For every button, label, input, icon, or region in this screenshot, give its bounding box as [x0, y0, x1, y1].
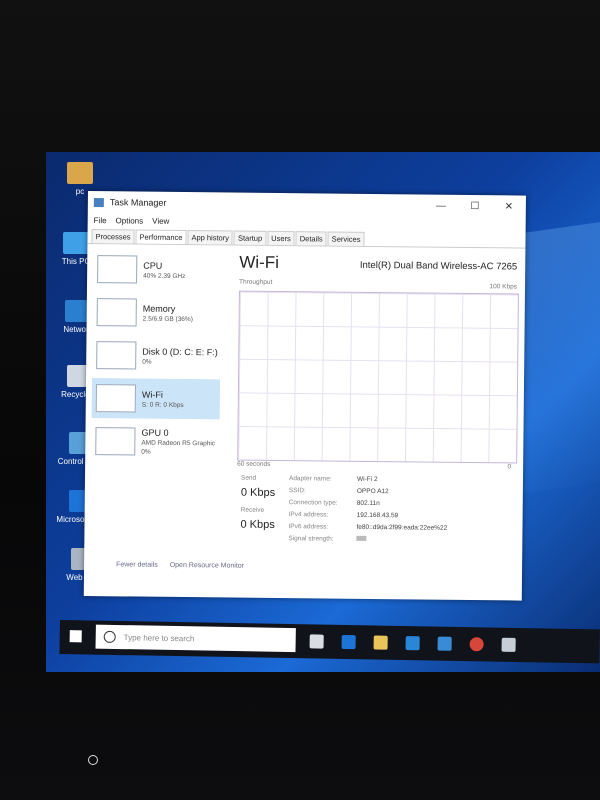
resource-name: GPU 0	[141, 427, 169, 438]
resource-value: S: 0 R: 0 Kbps	[141, 401, 184, 409]
task-manager-window: Task Manager — ☐ ✕ File Options View Pro…	[83, 191, 526, 601]
cortana-icon	[103, 630, 116, 643]
resource-memory[interactable]: Memory 2.5/6.9 GB (36%)	[93, 292, 221, 333]
menu-options[interactable]: Options	[116, 216, 144, 225]
store-icon[interactable]	[405, 636, 420, 651]
minimize-button[interactable]: —	[424, 200, 458, 211]
graph-label: Throughput	[239, 278, 273, 286]
footer: Fewer details Open Resource Monitor	[116, 561, 244, 569]
tab-app-history[interactable]: App history	[187, 230, 234, 245]
resource-wifi[interactable]: Wi-Fi S: 0 R: 0 Kbps	[91, 378, 221, 420]
detail-value: OPPO A12	[356, 487, 389, 496]
resource-value: AMD Radeon R5 Graphic	[141, 439, 216, 448]
tab-services[interactable]: Services	[327, 231, 365, 246]
resource-value: 2.5/6.9 GB (36%)	[142, 315, 193, 323]
search-placeholder: Type here to search	[123, 632, 195, 643]
fewer-details-link[interactable]: Fewer details	[116, 561, 158, 568]
task-manager-taskbar-icon[interactable]	[501, 637, 516, 652]
window-title: Task Manager	[109, 197, 167, 208]
resource-cpu[interactable]: CPU 40% 2.39 GHz	[93, 249, 221, 290]
computer-icon	[63, 232, 89, 254]
receive-value: 0 Kbps	[240, 518, 275, 531]
time-label: 60 seconds	[237, 460, 271, 468]
edge-icon[interactable]	[341, 634, 356, 650]
detail-key: Signal strength:	[288, 535, 334, 543]
resource-gpu[interactable]: GPU 0 AMD Radeon R5 Graphic 0%	[91, 421, 219, 462]
receive-label: Receive	[240, 506, 265, 514]
resource-list: CPU 40% 2.39 GHz Memory 2.5/6.9 GB (36%)…	[90, 249, 221, 560]
throughput-graph	[237, 290, 519, 464]
resource-monitor-link[interactable]: Open Resource Monitor	[170, 562, 244, 570]
graph-zero: 0	[507, 463, 512, 471]
disk-mini-graph	[96, 341, 137, 370]
detail-key: IPv6 address:	[288, 523, 329, 531]
graph-max: 100 Kbps	[489, 283, 518, 291]
mail-icon[interactable]	[437, 636, 452, 651]
taskbar-search[interactable]: Type here to search	[95, 624, 296, 653]
detail-key: IPv4 address:	[288, 511, 329, 519]
tab-users[interactable]: Users	[267, 230, 295, 246]
resource-name: Disk 0 (D: C: E: F:)	[142, 346, 218, 357]
wifi-mini-graph	[95, 384, 136, 413]
resource-value: 0%	[142, 358, 152, 366]
resource-name: Memory	[142, 303, 176, 314]
close-button[interactable]: ✕	[492, 201, 526, 212]
tab-details[interactable]: Details	[295, 231, 327, 246]
resource-value-2: 0%	[141, 448, 151, 456]
detail-key: Adapter name:	[288, 475, 332, 483]
send-label: Send	[240, 474, 257, 482]
resource-name: CPU	[143, 260, 163, 271]
folder-icon	[67, 162, 93, 184]
tab-processes[interactable]: Processes	[91, 229, 135, 244]
tab-strip: Processes Performance App history Startu…	[87, 226, 526, 249]
power-indicator-icon	[88, 755, 98, 765]
resource-value: 40% 2.39 GHz	[143, 272, 186, 280]
wifi-detail-pane: Wi-Fi Intel(R) Dual Band Wireless-AC 726…	[236, 253, 521, 576]
detail-key: SSID:	[288, 487, 306, 495]
tab-startup[interactable]: Startup	[233, 230, 267, 245]
signal-strength-bars	[356, 535, 367, 541]
detail-value: fe80::d9da:2f99:eada:22ee%22	[356, 523, 448, 532]
device-name: Intel(R) Dual Band Wireless-AC 7265	[359, 259, 518, 273]
menu-view[interactable]: View	[152, 216, 169, 225]
maximize-button[interactable]: ☐	[458, 200, 492, 212]
detail-value: Wi-Fi 2	[356, 475, 378, 484]
detail-key: Connection type:	[288, 499, 338, 507]
cpu-mini-graph	[97, 255, 138, 284]
memory-mini-graph	[96, 298, 137, 327]
gpu-mini-graph	[95, 427, 136, 456]
windows-start-icon[interactable]	[69, 630, 82, 643]
file-explorer-icon[interactable]	[373, 635, 388, 650]
send-value: 0 Kbps	[240, 486, 276, 499]
chrome-icon[interactable]	[469, 637, 484, 652]
task-view-icon[interactable]	[309, 634, 324, 649]
menu-file[interactable]: File	[94, 216, 107, 225]
detail-value: 192.168.43.59	[356, 511, 399, 520]
detail-value: 802.11n	[356, 499, 380, 508]
task-manager-icon	[93, 197, 104, 207]
resource-name: Wi-Fi	[141, 389, 163, 400]
resource-disk[interactable]: Disk 0 (D: C: E: F:) 0%	[92, 335, 220, 376]
tab-performance[interactable]: Performance	[135, 229, 187, 245]
